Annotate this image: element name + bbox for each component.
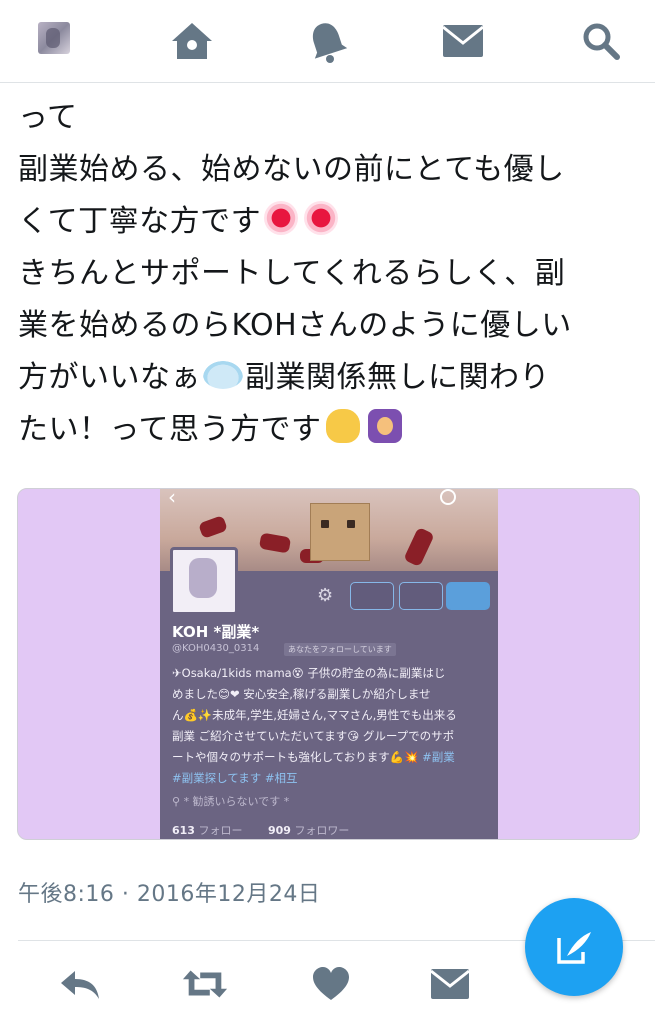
sparkling-heart-icon	[304, 201, 339, 235]
dm-icon[interactable]	[426, 960, 474, 1008]
follows-you-badge: あなたをフォローしています	[284, 643, 396, 656]
profile-bio: ✈Osaka/1kids mama😵 子供の貯金の為に副業はじ めました😊❤ 安…	[172, 663, 490, 789]
profile-screenshot: ‹ ⚙ KOH *副業* @KOH0430_0314 あなたをフォローしています…	[160, 489, 498, 839]
bio-line: ✈Osaka/1kids mama😵 子供の貯金の為に副業はじ	[172, 666, 446, 680]
danbo-figure	[310, 503, 370, 561]
tweet-text: って 副業始める、始めないの前にとても優し くて丁寧な方です きちんとサポートし…	[18, 92, 638, 456]
followers-label: フォロワー	[294, 824, 350, 837]
tweet-line: って	[18, 100, 78, 135]
tweet-line: 副業始める、始めないの前にとても優し	[18, 152, 565, 187]
tweet-line: 方がいいなぁ	[18, 360, 201, 395]
tweet-line: 業を始めるのらKOHさんのように優しい	[18, 308, 572, 343]
home-icon[interactable]	[167, 18, 217, 64]
compose-icon	[557, 932, 591, 964]
top-nav	[0, 0, 655, 83]
tweet-timestamp[interactable]: 午後8:16 · 2016年12月24日	[18, 876, 320, 908]
bio-line: めました😊❤ 安心安全,稼げる副業しか紹介しませ	[172, 687, 431, 701]
ok-hand-icon	[325, 409, 360, 443]
profile-avatar	[170, 547, 238, 615]
location-text: * 勧誘いらないです *	[183, 795, 290, 808]
tweet-media[interactable]: ‹ ⚙ KOH *副業* @KOH0430_0314 あなたをフォローしています…	[17, 488, 640, 840]
retweet-icon[interactable]	[181, 960, 229, 1008]
bio-line: 副業 ご紹介させていただいてます😘 グループでのサポ	[172, 729, 455, 743]
compose-button[interactable]	[525, 898, 623, 996]
hashtag: #副業	[422, 750, 455, 764]
sparkling-heart-icon	[264, 201, 299, 235]
like-icon[interactable]	[307, 960, 355, 1008]
search-icon[interactable]	[576, 18, 626, 64]
profile-location: ⚲ * 勧誘いらないです *	[172, 793, 289, 809]
profile-handle: @KOH0430_0314	[172, 643, 260, 654]
tweet-line: きちんとサポートしてくれるらしく、副	[18, 256, 566, 291]
following-count: 613	[172, 824, 195, 837]
back-arrow-icon: ‹	[168, 489, 176, 509]
tweet-line: くて丁寧な方です	[18, 204, 262, 239]
reply-icon[interactable]	[56, 960, 104, 1008]
bio-line: ん💰✨未成年,学生,妊婦さん,ママさん,男性でも出来る	[172, 708, 457, 722]
profile-stats: 613 フォロー 909 フォロワー	[172, 822, 371, 838]
tweet-line: たい！って思う方です	[18, 412, 322, 447]
mail-icon[interactable]	[438, 18, 488, 64]
gear-icon: ⚙	[317, 585, 334, 606]
notification-toggle-icon	[399, 582, 443, 610]
tweet-line: 副業関係無しに関わり	[245, 360, 550, 395]
person-gesturing-ok-icon	[367, 409, 402, 443]
following-button-icon	[446, 582, 490, 610]
account-avatar[interactable]	[38, 22, 70, 54]
thought-cloud-icon	[203, 361, 243, 389]
bell-icon[interactable]	[302, 18, 352, 64]
retweet-toggle-icon	[350, 582, 394, 610]
hashtag: #副業探してます #相互	[172, 771, 298, 785]
followers-count: 909	[267, 824, 291, 837]
bio-line: ートや個々のサポートも強化しております💪💥	[172, 750, 419, 764]
search-icon	[440, 489, 456, 505]
profile-name: KOH *副業*	[172, 623, 260, 641]
following-label: フォロー	[198, 824, 243, 837]
location-pin-icon: ⚲	[172, 795, 184, 808]
